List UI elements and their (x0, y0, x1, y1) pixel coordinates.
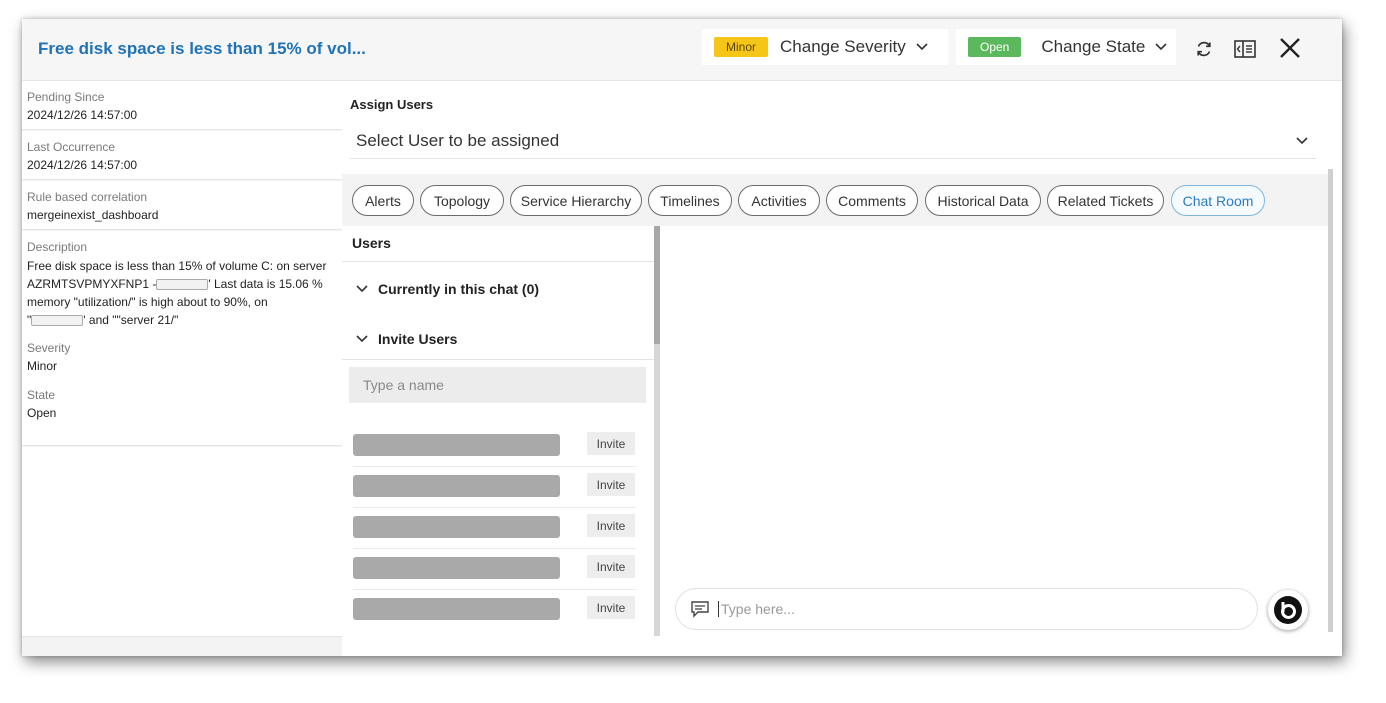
last-occurrence-field: Last Occurrence 2024/12/26 14:57:00 (22, 131, 342, 180)
tab-chat-room[interactable]: Chat Room (1171, 185, 1265, 216)
state-dropdown[interactable]: Open Change State (956, 29, 1176, 65)
chat-message-input[interactable] (718, 601, 1238, 617)
chevron-down-icon (356, 335, 368, 343)
header-bar: Free disk space is less than 15% of vol.… (22, 19, 1342, 81)
divider (342, 261, 654, 262)
field-label: Description (27, 240, 88, 254)
description-text: Free disk space is less than 15% of volu… (27, 259, 327, 327)
chevron-down-icon (1296, 136, 1308, 144)
user-row: Invite (342, 511, 642, 549)
field-label: Last Occurrence (27, 140, 116, 154)
alert-detail-window: Free disk space is less than 15% of vol.… (22, 19, 1342, 656)
tab-topology[interactable]: Topology (420, 185, 504, 216)
invite-users-toggle[interactable]: Invite Users (356, 331, 457, 347)
severity-dropdown[interactable]: Minor Change Severity (702, 29, 948, 65)
field-value: 2024/12/26 14:57:00 (27, 108, 138, 122)
state-badge: Open (968, 37, 1022, 57)
pending-since-field: Pending Since 2024/12/26 14:57:00 (22, 81, 342, 130)
refresh-icon[interactable] (1191, 36, 1217, 62)
field-value: 2024/12/26 14:57:00 (27, 158, 138, 172)
redacted-user-name (353, 598, 560, 620)
user-row: Invite (342, 470, 642, 508)
assign-users-title: Assign Users (350, 97, 434, 112)
page-scrollbar[interactable] (1328, 169, 1333, 632)
tab-service-hierarchy[interactable]: Service Hierarchy (510, 185, 642, 216)
details-blank-area (22, 447, 342, 637)
tab-historical-data[interactable]: Historical Data (925, 185, 1041, 216)
user-row: Invite (342, 429, 642, 467)
invite-button[interactable]: Invite (587, 473, 635, 496)
field-label: Severity (27, 341, 71, 355)
redacted-user-name (353, 434, 560, 456)
divider (342, 359, 654, 360)
details-panel: Pending Since 2024/12/26 14:57:00 Last O… (22, 81, 342, 656)
name-search-input[interactable] (349, 367, 646, 403)
invite-button[interactable]: Invite (587, 555, 635, 578)
invite-button[interactable]: Invite (587, 514, 635, 537)
rule-correlation-field: Rule based correlation mergeinexist_dash… (22, 181, 342, 230)
tab-comments[interactable]: Comments (826, 185, 918, 216)
invite-button[interactable]: Invite (587, 596, 635, 619)
redacted-user-name (353, 557, 560, 579)
chevron-down-icon (916, 43, 928, 51)
redacted-text (31, 315, 84, 327)
chat-area (660, 226, 1328, 656)
change-severity-label: Change Severity (780, 37, 906, 56)
chat-input-box[interactable] (675, 588, 1258, 630)
users-title: Users (352, 235, 391, 251)
tab-related-tickets[interactable]: Related Tickets (1047, 185, 1164, 216)
currently-in-chat-label: Currently in this chat (0) (378, 281, 540, 297)
field-value: Minor (27, 359, 58, 373)
field-value: mergeinexist_dashboard (27, 208, 159, 222)
tab-alerts[interactable]: Alerts (352, 185, 414, 216)
severity-badge: Minor (714, 37, 769, 57)
user-row: Invite (342, 552, 642, 590)
tab-bar: Alerts Topology Service Hierarchy Timeli… (342, 174, 1330, 226)
message-icon (691, 601, 709, 618)
chevron-down-icon (356, 285, 368, 293)
redacted-text (156, 279, 209, 291)
assign-user-select[interactable]: Select User to be assigned (350, 123, 1316, 159)
alert-title: Free disk space is less than 15% of vol.… (38, 39, 366, 58)
redacted-user-name (353, 516, 560, 538)
tab-activities[interactable]: Activities (738, 185, 820, 216)
description-field: Description Free disk space is less than… (22, 231, 342, 446)
scroll-track (1328, 81, 1333, 169)
chatbot-icon[interactable] (1268, 590, 1308, 630)
users-panel: Users Currently in this chat (0) Invite … (342, 226, 654, 656)
assign-user-placeholder: Select User to be assigned (356, 130, 560, 150)
redacted-user-name (353, 475, 560, 497)
panel-view-icon[interactable] (1232, 36, 1258, 62)
close-icon[interactable] (1276, 34, 1304, 62)
user-row: Invite (342, 593, 642, 631)
field-label: Pending Since (27, 90, 105, 104)
tab-timelines[interactable]: Timelines (648, 185, 732, 216)
invite-users-label: Invite Users (378, 331, 458, 347)
field-label: Rule based correlation (27, 190, 148, 204)
change-state-label: Change State (1041, 37, 1146, 56)
field-label: State (27, 388, 56, 402)
currently-in-chat-toggle[interactable]: Currently in this chat (0) (356, 281, 539, 297)
field-value: Open (27, 406, 57, 420)
chevron-down-icon (1155, 43, 1167, 51)
invite-button[interactable]: Invite (587, 432, 635, 455)
